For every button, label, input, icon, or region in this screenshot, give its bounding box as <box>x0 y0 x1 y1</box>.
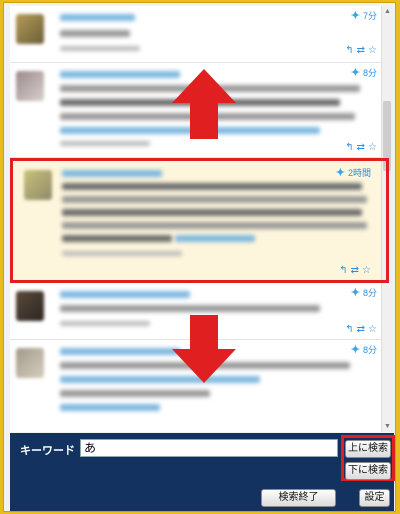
tweet-text <box>62 235 172 242</box>
tweet-text <box>62 183 362 190</box>
favorite-icon[interactable]: ☆ <box>368 45 377 56</box>
tweet-time[interactable]: ✦ 7分 <box>351 9 377 22</box>
tweet-meta <box>60 321 150 326</box>
tweet-link[interactable] <box>175 235 255 242</box>
tweet-author[interactable] <box>60 348 180 355</box>
twitter-bird-icon: ✦ <box>350 10 360 22</box>
avatar[interactable] <box>24 170 52 200</box>
reply-icon[interactable]: ↰ <box>339 265 347 276</box>
retweet-icon[interactable]: ⇄ <box>357 324 365 335</box>
keyword-input[interactable]: あ <box>80 439 338 457</box>
keyword-label: キーワード <box>20 445 75 457</box>
search-bar: キーワード あ 上に検索 下に検索 検索終了 設定 <box>10 433 395 511</box>
search-down-button[interactable]: 下に検索 <box>345 462 391 480</box>
tweet-meta <box>60 46 140 51</box>
tweet-time[interactable]: ✦ 2時間 <box>336 166 371 179</box>
tweet-meta <box>60 141 150 146</box>
scroll-thumb[interactable] <box>383 101 391 171</box>
tweet-author[interactable] <box>60 71 180 78</box>
reply-icon[interactable]: ↰ <box>345 142 353 153</box>
tweet-meta <box>62 251 182 256</box>
favorite-icon[interactable]: ☆ <box>368 324 377 335</box>
twitter-bird-icon: ✦ <box>350 344 360 356</box>
avatar[interactable] <box>16 71 44 101</box>
scroll-down-arrow-icon[interactable]: ▼ <box>383 422 392 431</box>
avatar[interactable] <box>16 14 44 44</box>
tweet-author[interactable] <box>60 291 190 298</box>
twitter-bird-icon: ✦ <box>335 167 345 179</box>
tweet-time[interactable]: ✦ 8分 <box>351 66 377 79</box>
tweet-item[interactable]: ✦ 7分 ↰ ⇄ ☆ <box>10 6 381 63</box>
down-arrow-icon <box>172 315 236 383</box>
scrollbar[interactable]: ▲ ▼ <box>381 6 392 432</box>
retweet-icon[interactable]: ⇄ <box>357 45 365 56</box>
retweet-icon[interactable]: ⇄ <box>357 142 365 153</box>
settings-button[interactable]: 設定 <box>359 489 390 507</box>
tweet-time[interactable]: ✦ 8分 <box>351 343 377 356</box>
favorite-icon[interactable]: ☆ <box>368 142 377 153</box>
search-up-button[interactable]: 上に検索 <box>345 440 391 458</box>
avatar[interactable] <box>16 348 44 378</box>
search-panel: ✦ 7分 ↰ ⇄ ☆ ✦ 8分 ↰ ⇄ ☆ ✦ 2時間 ↰ ⇄ ☆ ✦ 8分 ↰… <box>3 2 396 512</box>
tweet-text <box>62 196 367 203</box>
tweet-actions: ↰ ⇄ ☆ <box>345 324 377 335</box>
tweet-author[interactable] <box>62 170 162 177</box>
tweet-text <box>60 30 130 37</box>
tweet-text <box>60 390 210 397</box>
reply-icon[interactable]: ↰ <box>345 45 353 56</box>
tweet-text <box>60 305 320 312</box>
tweet-link[interactable] <box>60 404 160 411</box>
avatar[interactable] <box>16 291 44 321</box>
up-arrow-icon <box>172 69 236 139</box>
tweet-author[interactable] <box>60 14 135 21</box>
retweet-icon[interactable]: ⇄ <box>351 265 359 276</box>
twitter-bird-icon: ✦ <box>350 287 360 299</box>
favorite-icon[interactable]: ☆ <box>362 265 371 276</box>
tweet-actions: ↰ ⇄ ☆ <box>345 142 377 153</box>
reply-icon[interactable]: ↰ <box>345 324 353 335</box>
end-search-button[interactable]: 検索終了 <box>261 489 336 507</box>
tweet-actions: ↰ ⇄ ☆ <box>345 45 377 56</box>
tweet-text <box>62 222 367 229</box>
tweet-time[interactable]: ✦ 8分 <box>351 286 377 299</box>
tweet-actions: ↰ ⇄ ☆ <box>339 265 371 276</box>
tweet-text <box>62 209 362 216</box>
tweet-item-highlighted[interactable]: ✦ 2時間 ↰ ⇄ ☆ <box>10 158 381 283</box>
twitter-bird-icon: ✦ <box>350 67 360 79</box>
scroll-up-arrow-icon[interactable]: ▲ <box>383 7 392 16</box>
